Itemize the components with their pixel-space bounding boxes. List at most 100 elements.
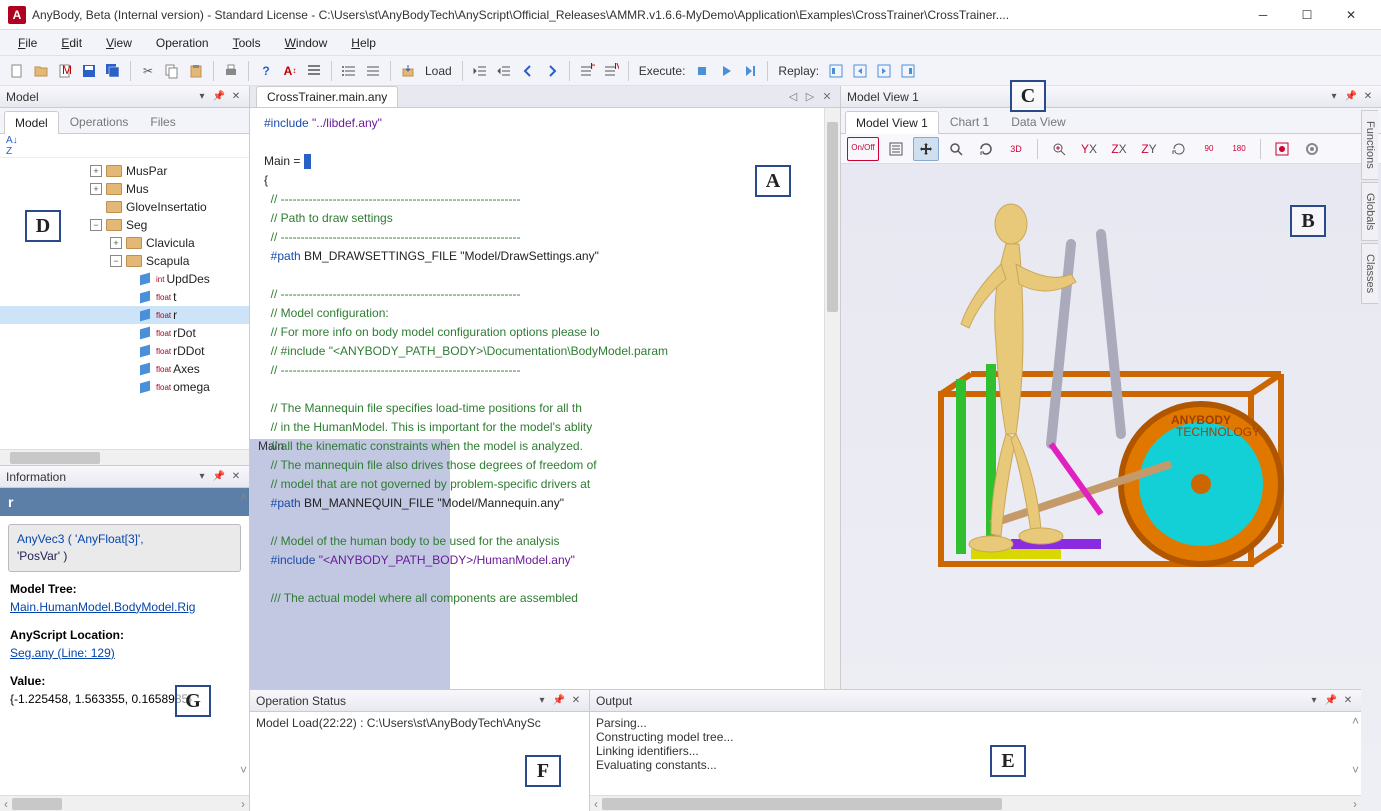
replay4-icon[interactable]: [897, 60, 919, 82]
snapshot-icon[interactable]: [1299, 137, 1325, 161]
tree-muspar[interactable]: MusPar: [126, 164, 167, 178]
properties-icon[interactable]: [883, 137, 909, 161]
sort-az-icon[interactable]: A↓Z: [6, 135, 18, 157]
tab-model[interactable]: Model: [4, 111, 59, 134]
replay2-icon[interactable]: [849, 60, 871, 82]
tree-upddes[interactable]: UpdDes: [166, 272, 209, 286]
editor-tab[interactable]: CrossTrainer.main.any: [256, 86, 398, 107]
outdent-icon[interactable]: [469, 60, 491, 82]
prev-doc-icon[interactable]: ◁: [786, 90, 800, 103]
tab-chart1[interactable]: Chart 1: [939, 110, 1000, 133]
onoff-button[interactable]: On/Off: [847, 137, 879, 161]
close-panel-icon[interactable]: ✕: [229, 470, 243, 484]
close-doc-icon[interactable]: ✕: [820, 90, 834, 103]
new-m-icon[interactable]: M: [54, 60, 76, 82]
tab-dataview[interactable]: Data View: [1000, 110, 1076, 133]
minimize-button[interactable]: ─: [1241, 0, 1285, 30]
close-panel-icon[interactable]: ✕: [229, 90, 243, 104]
view-zy-button[interactable]: ZY: [1136, 137, 1162, 161]
pan-icon[interactable]: [913, 137, 939, 161]
tree-axes[interactable]: Axes: [173, 362, 200, 376]
indent-icon[interactable]: [493, 60, 515, 82]
info-hscroll[interactable]: ‹›: [0, 795, 249, 811]
record-icon[interactable]: [1269, 137, 1295, 161]
output-body[interactable]: Parsing... Constructing model tree... Li…: [590, 712, 1361, 795]
save-all-icon[interactable]: [102, 60, 124, 82]
view-yx-button[interactable]: YX: [1076, 137, 1102, 161]
list-m-icon[interactable]: M: [600, 60, 622, 82]
font-icon[interactable]: A↕: [279, 60, 301, 82]
rot90-button[interactable]: 90: [1196, 137, 1222, 161]
tree-r[interactable]: r: [173, 308, 177, 322]
menu-edit[interactable]: Edit: [51, 32, 92, 54]
dropdown-icon[interactable]: ▾: [1307, 694, 1321, 708]
list-f-icon[interactable]: F: [576, 60, 598, 82]
menu-help[interactable]: Help: [341, 32, 386, 54]
menu-view[interactable]: View: [96, 32, 142, 54]
replay3-icon[interactable]: [873, 60, 895, 82]
pin-icon[interactable]: 📌: [212, 470, 226, 484]
list-icon[interactable]: [338, 60, 360, 82]
scroll-up-icon[interactable]: ˄: [1352, 714, 1359, 728]
open-icon[interactable]: [30, 60, 52, 82]
maximize-button[interactable]: ☐: [1285, 0, 1329, 30]
step-icon[interactable]: [739, 60, 761, 82]
tree-rddot[interactable]: rDDot: [173, 344, 204, 358]
next-doc-icon[interactable]: ▷: [803, 90, 817, 103]
tab-classes[interactable]: Classes: [1361, 243, 1378, 304]
tree-hscroll[interactable]: [0, 449, 249, 465]
print-icon[interactable]: [220, 60, 242, 82]
copy-icon[interactable]: [161, 60, 183, 82]
play-icon[interactable]: [715, 60, 737, 82]
tree-glove[interactable]: GloveInsertatio: [126, 200, 207, 214]
menu-operation[interactable]: Operation: [146, 32, 219, 54]
close-panel-icon[interactable]: ✕: [569, 694, 583, 708]
nav-back-icon[interactable]: [517, 60, 539, 82]
model-tree[interactable]: +MusPar +Mus GloveInsertatio −Seg +Clavi…: [0, 158, 249, 449]
tree-seg[interactable]: Seg: [126, 218, 147, 232]
tab-globals[interactable]: Globals: [1361, 182, 1378, 241]
zoom-fit-icon[interactable]: [1046, 137, 1072, 161]
close-panel-icon[interactable]: ✕: [1341, 694, 1355, 708]
close-panel-icon[interactable]: ✕: [1361, 90, 1375, 104]
tree-clavicula[interactable]: Clavicula: [146, 236, 195, 250]
tree-omega[interactable]: omega: [173, 380, 210, 394]
scroll-up-icon[interactable]: ˄: [240, 490, 247, 504]
menu-file[interactable]: File: [8, 32, 47, 54]
help-icon[interactable]: ?: [255, 60, 277, 82]
info-modeltree-link[interactable]: Main.HumanModel.BodyModel.Rig: [10, 600, 195, 614]
list2-icon[interactable]: [362, 60, 384, 82]
zoom-icon[interactable]: [943, 137, 969, 161]
view3d-button[interactable]: 3D: [1003, 137, 1029, 161]
nav-fwd-icon[interactable]: [541, 60, 563, 82]
rotate2-icon[interactable]: [1166, 137, 1192, 161]
tab-files[interactable]: Files: [139, 110, 186, 133]
tree-rdot[interactable]: rDot: [173, 326, 196, 340]
new-icon[interactable]: [6, 60, 28, 82]
scroll-down-icon[interactable]: ˅: [240, 763, 247, 777]
view-zx-button[interactable]: ZX: [1106, 137, 1132, 161]
pin-icon[interactable]: 📌: [1324, 694, 1338, 708]
pin-icon[interactable]: 📌: [212, 90, 226, 104]
scroll-down-icon[interactable]: ˅: [1352, 763, 1359, 777]
code-editor[interactable]: #include "../libdef.any" Main = { // ---…: [250, 108, 840, 775]
dropdown-icon[interactable]: ▾: [195, 90, 209, 104]
menu-window[interactable]: Window: [275, 32, 338, 54]
replay1-icon[interactable]: [825, 60, 847, 82]
save-icon[interactable]: [78, 60, 100, 82]
cut-icon[interactable]: ✂: [137, 60, 159, 82]
dropdown-icon[interactable]: ▾: [195, 470, 209, 484]
pin-icon[interactable]: 📌: [552, 694, 566, 708]
tree-mus[interactable]: Mus: [126, 182, 149, 196]
indent-left-icon[interactable]: [303, 60, 325, 82]
rot180-button[interactable]: 180: [1226, 137, 1252, 161]
tab-modelview1[interactable]: Model View 1: [845, 111, 939, 134]
menu-tools[interactable]: Tools: [223, 32, 271, 54]
load-label[interactable]: Load: [421, 64, 456, 78]
paste-icon[interactable]: [185, 60, 207, 82]
load-model-icon[interactable]: [397, 60, 419, 82]
dropdown-icon[interactable]: ▾: [535, 694, 549, 708]
stop-icon[interactable]: [691, 60, 713, 82]
dropdown-icon[interactable]: ▾: [1327, 90, 1341, 104]
close-button[interactable]: ✕: [1329, 0, 1373, 30]
